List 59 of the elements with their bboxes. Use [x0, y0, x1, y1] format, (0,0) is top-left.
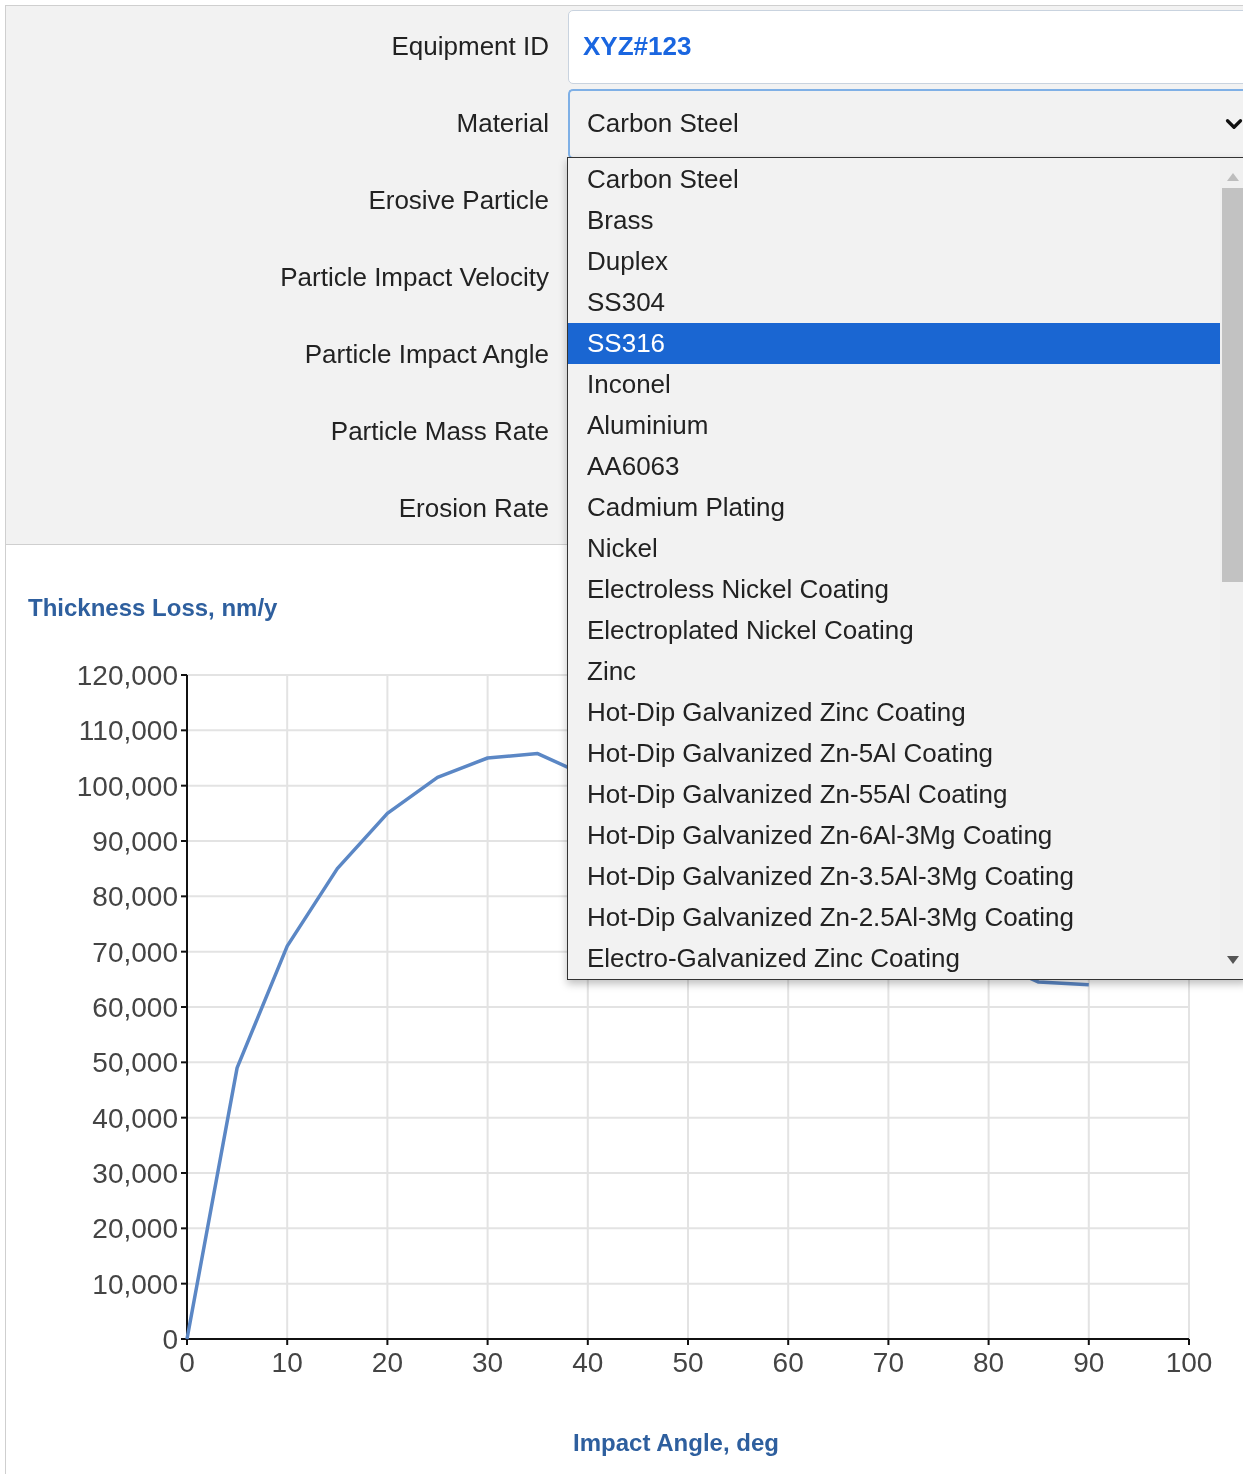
field-label: Particle Impact Angle: [304, 339, 549, 370]
field-label: Material: [456, 108, 549, 139]
y-tick-label: 60,000: [92, 992, 178, 1023]
y-tick-label: 30,000: [92, 1158, 178, 1189]
x-tick-label: 60: [772, 1347, 804, 1378]
text-field[interactable]: XYZ#123: [568, 9, 1243, 84]
y-tick-label: 70,000: [92, 936, 178, 968]
dropdown-option[interactable]: AA6063: [568, 446, 1220, 487]
dropdown-option[interactable]: Electro-Galvanized Zinc Coating: [568, 938, 1220, 979]
dropdown-option[interactable]: Duplex: [568, 241, 1220, 282]
field-label: Equipment ID: [391, 31, 549, 62]
x-tick-label: 40: [572, 1347, 604, 1378]
x-tick-label: 100: [1165, 1347, 1213, 1378]
field-label: Erosion Rate: [398, 493, 549, 524]
dropdown-option[interactable]: Electroplated Nickel Coating: [568, 610, 1220, 651]
dropdown-option[interactable]: Hot-Dip Galvanized Zn-2.5Al-3Mg Coating: [568, 897, 1220, 938]
y-tick-label: 80,000: [92, 881, 178, 913]
y-tick-label: 40,000: [92, 1102, 178, 1134]
x-tick-label: 30: [472, 1347, 504, 1378]
y-tick-label: 50,000: [92, 1047, 178, 1079]
select-field[interactable]: Carbon Steel: [568, 88, 1243, 159]
scroll-thumb[interactable]: [1222, 188, 1243, 582]
y-tick-label: 110,000: [78, 715, 178, 747]
field-label: Particle Impact Velocity: [280, 262, 549, 293]
field-label: Erosive Particle: [368, 185, 549, 216]
dropdown-option[interactable]: SS304: [568, 282, 1220, 323]
dropdown-option[interactable]: Hot-Dip Galvanized Zn-6Al-3Mg Coating: [568, 815, 1220, 856]
dropdown-option[interactable]: Aluminium: [568, 405, 1220, 446]
x-axis-title: Impact Angle, deg: [573, 1429, 779, 1456]
x-tick-label: 0: [179, 1347, 195, 1378]
y-tick-label: 100,000: [76, 770, 178, 802]
scroll-down-icon[interactable]: [1226, 955, 1240, 965]
x-tick-label: 90: [1073, 1347, 1105, 1378]
dropdown-option[interactable]: Nickel: [568, 528, 1220, 569]
x-tick-label: 20: [371, 1347, 403, 1378]
x-tick-label: 50: [672, 1347, 704, 1378]
dropdown-option[interactable]: Hot-Dip Galvanized Zn-55Al Coating: [568, 774, 1220, 815]
dropdown-option[interactable]: Brass: [568, 200, 1220, 241]
dropdown-option[interactable]: Hot-Dip Galvanized Zn-5Al Coating: [568, 733, 1220, 774]
x-tick-label: 80: [973, 1347, 1005, 1378]
dropdown-option[interactable]: Hot-Dip Galvanized Zinc Coating: [568, 692, 1220, 733]
dropdown-option[interactable]: Carbon Steel: [568, 159, 1220, 200]
dropdown-option[interactable]: Zinc: [568, 651, 1220, 692]
y-tick-label: 10,000: [92, 1268, 178, 1300]
y-axis-title: Thickness Loss, nm/y: [28, 594, 278, 621]
dropdown-option[interactable]: Electroless Nickel Coating: [568, 569, 1220, 610]
dropdown-option[interactable]: Inconel: [568, 364, 1220, 405]
dropdown-option[interactable]: SS316: [568, 323, 1220, 364]
x-tick-label: 70: [872, 1347, 904, 1378]
y-tick-label: 0: [162, 1324, 178, 1355]
y-tick-label: 90,000: [92, 826, 178, 857]
field-label: Particle Mass Rate: [330, 416, 549, 447]
x-tick-label: 10: [271, 1347, 303, 1378]
scroll-up-icon[interactable]: [1226, 172, 1240, 182]
dropdown-option[interactable]: Cadmium Plating: [568, 487, 1220, 528]
y-tick-label: 20,000: [92, 1213, 178, 1245]
scrollbar[interactable]: [1220, 158, 1243, 979]
dropdown-option[interactable]: Hot-Dip Galvanized Zn-3.5Al-3Mg Coating: [568, 856, 1220, 897]
y-tick-label: 120,000: [76, 660, 178, 691]
